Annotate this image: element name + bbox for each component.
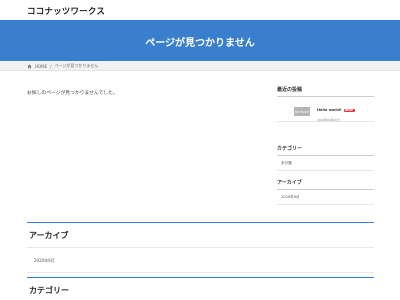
- new-badge: NEW!: [343, 109, 355, 112]
- recent-posts-widget: 最近の投稿 NO IMAGE Hello world! NEW! 2020年09月…: [277, 86, 374, 122]
- home-icon: [27, 64, 32, 68]
- breadcrumb-home-link[interactable]: HOME: [35, 64, 47, 69]
- footer-category-heading: カテゴリー: [27, 277, 374, 300]
- breadcrumb-current: ページが見つかりません: [54, 63, 99, 68]
- page-hero: ページが見つかりません: [0, 20, 400, 61]
- category-item-uncategorized[interactable]: 未分類: [277, 156, 374, 171]
- footer-archive-heading: アーカイブ: [27, 222, 374, 248]
- recent-post-card[interactable]: NO IMAGE Hello world! NEW! 2020年09月26日: [277, 100, 374, 122]
- site-header: ココナッツワークス: [0, 0, 400, 20]
- post-date: 2020年09月26日: [317, 118, 340, 122]
- footer-widgets: アーカイブ 2020年9月 カテゴリー: [27, 222, 374, 300]
- archive-widget: アーカイブ 2020年9月: [277, 179, 374, 205]
- site-title-link[interactable]: ココナッツワークス: [27, 5, 105, 17]
- breadcrumb-separator: /: [50, 63, 52, 69]
- breadcrumb-trail: HOME / ページが見つかりません: [27, 63, 98, 69]
- not-found-message: お探しのページが見つかりませんでした。: [27, 91, 118, 96]
- archive-item-2020-09[interactable]: 2020年9月: [277, 190, 374, 205]
- footer-archive-item-2020-09[interactable]: 2020年9月: [27, 248, 374, 273]
- category-widget: カテゴリー 未分類: [277, 145, 374, 171]
- archive-heading: アーカイブ: [277, 179, 374, 190]
- post-title-link[interactable]: Hello world!: [317, 108, 342, 112]
- page-title: ページが見つかりません: [145, 38, 255, 49]
- breadcrumb: HOME / ページが見つかりません: [0, 61, 400, 71]
- post-thumbnail[interactable]: NO IMAGE: [294, 107, 310, 116]
- post-title-line: Hello world! NEW!: [317, 108, 355, 112]
- recent-posts-heading: 最近の投稿: [277, 86, 374, 97]
- category-heading: カテゴリー: [277, 145, 374, 156]
